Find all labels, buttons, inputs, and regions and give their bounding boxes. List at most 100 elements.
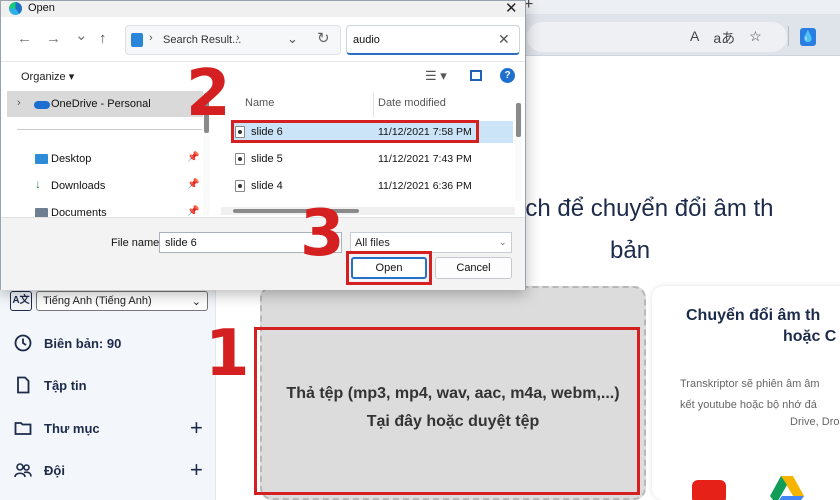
close-icon[interactable]: ✕ [505,0,518,17]
onedrive-cloud-icon [34,101,50,109]
language-dropdown[interactable]: Tiếng Anh (Tiếng Anh) ⌄ [36,291,208,311]
heading-line-2: bản [610,237,651,264]
audio-file-icon [235,153,245,165]
sidebar-item-teams[interactable]: Đội [14,455,214,485]
back-arrow-icon[interactable]: ← [17,30,32,47]
dialog-footer [1,217,525,290]
file-row-slide-4[interactable]: slide 4 11/12/2021 6:36 PM [233,175,513,197]
file-list-scrollbar-thumb[interactable] [516,103,521,137]
sidebar-item-label: Đội [44,462,65,478]
nav-item-onedrive[interactable]: › OneDrive - Personal [7,91,204,117]
folder-icon [14,422,32,435]
favorite-star-icon[interactable]: ☆ [749,28,762,48]
card-description: Transkriptor sẽ phiên âm âm kết youtube … [680,374,820,416]
search-input[interactable] [346,25,520,55]
sidebar-item-label: Tập tin [44,377,87,393]
annotation-step-2: 2 [186,57,231,131]
chevron-down-icon[interactable]: ⌄ [287,31,298,47]
annotation-highlight-dropzone [254,327,640,495]
google-drive-icon[interactable] [770,476,804,500]
file-date: 11/12/2021 6:36 PM [378,180,472,192]
documents-icon [35,208,48,217]
download-icon: ↓ [35,177,41,191]
nav-item-desktop[interactable]: Desktop 📌 [7,147,204,171]
dialog-title: Open [28,2,55,14]
card-description-line-3: Drive, Dro [790,416,840,428]
column-header-name[interactable]: Name [245,97,274,109]
file-type-select[interactable]: All files ⌄ [350,232,512,253]
add-folder-button[interactable]: + [190,417,203,439]
card-description-line-1: Transkriptor sẽ phiên âm âm [680,378,820,390]
chevron-right-icon[interactable]: › [17,97,21,109]
refresh-icon[interactable]: ↻ [317,29,330,47]
desktop-icon [35,154,48,164]
file-name: slide 4 [251,180,283,192]
command-bar: Organize ▾ ☰ ▾ ? [1,61,525,89]
browser-toolbar-icons: A aあ ☆ [690,28,762,48]
nav-item-label: OneDrive - Personal [51,98,151,110]
file-type-value: All files [355,237,390,249]
audio-file-icon [235,180,245,192]
annotation-highlight-file [231,120,479,143]
column-divider[interactable] [373,93,374,117]
organize-menu[interactable]: Organize ▾ [21,70,74,83]
file-name: slide 5 [251,153,283,165]
breadcrumb[interactable]: Search Result... [163,34,241,46]
file-icon [17,376,30,394]
youtube-icon[interactable] [692,480,726,500]
clock-icon [14,334,32,352]
language-value: Tiếng Anh (Tiếng Anh) [43,295,152,307]
translate-icon[interactable]: aあ [713,28,735,48]
navigation-bar: ← → ⌄ ↑ › Search Result... › ⌄ ↻ ✕ [1,17,525,61]
breadcrumb-separator[interactable]: › [149,32,153,44]
chevron-down-icon: ⌄ [191,295,201,308]
navigation-pane: › OneDrive - Personal Desktop 📌 ↓ Downlo… [7,89,212,217]
column-header-date-modified[interactable]: Date modified [378,97,446,109]
card-title: Chuyển đổi âm th [686,307,821,324]
language-selector[interactable]: A文 Tiếng Anh (Tiếng Anh) ⌄ [10,290,208,312]
breadcrumb-separator[interactable]: › [236,32,240,44]
nav-item-label: Desktop [51,153,92,165]
edge-browser-icon [9,2,22,15]
team-icon [14,463,32,478]
extension-icon[interactable]: 💧 [800,28,816,46]
card-description-line-2: kết youtube hoặc bộ nhớ đá [680,399,817,411]
file-name-label: File name: [111,237,163,249]
nav-item-downloads[interactable]: ↓ Downloads 📌 [7,174,204,198]
annotation-step-1: 1 [205,317,250,391]
sidebar-item-label: Thư mục [44,420,100,436]
pin-icon: 📌 [187,206,200,217]
preview-pane-icon[interactable] [470,70,482,81]
pin-icon: 📌 [187,152,200,163]
sidebar-item-folders[interactable]: Thư mục [14,413,214,443]
nav-item-label: Documents [51,207,107,217]
page-heading: ách để chuyển đổi âm th bản [512,188,774,272]
browser-tab-strip [520,0,840,14]
toolbar-divider [788,26,789,46]
translate-language-icon: A文 [10,291,32,311]
chevron-down-icon: ⌄ [499,237,507,247]
read-aloud-icon[interactable]: A [690,28,699,48]
cancel-button[interactable]: Cancel [435,257,512,279]
nav-divider [17,129,202,130]
sidebar-item-label: Biên bản: 90 [44,335,122,351]
heading-line-1: ách để chuyển đổi âm th [512,195,774,222]
nav-item-label: Downloads [51,180,106,192]
view-options-icon[interactable]: ☰ ▾ [425,68,447,84]
forward-arrow-icon[interactable]: → [46,30,61,47]
clear-search-icon[interactable]: ✕ [498,31,510,48]
recent-locations-icon[interactable]: ⌄ [75,26,88,44]
sidebar-item-transcripts[interactable]: Biên bản: 90 [14,328,214,358]
search-folder-icon [131,33,143,47]
annotation-step-3: 3 [300,197,345,271]
nav-item-documents[interactable]: Documents 📌 [7,201,204,217]
sidebar-item-files[interactable]: Tập tin [14,370,214,400]
file-row-slide-5[interactable]: slide 5 11/12/2021 7:43 PM [233,148,513,170]
pin-icon: 📌 [187,179,200,190]
add-team-button[interactable]: + [190,459,203,481]
card-title-line-2: hoặc C [783,328,837,345]
up-arrow-icon[interactable]: ↑ [99,30,107,47]
open-file-dialog: Open ✕ ← → ⌄ ↑ › Search Result... › ⌄ ↻ … [0,0,526,290]
help-icon[interactable]: ? [500,68,515,83]
annotation-highlight-open [346,251,432,285]
